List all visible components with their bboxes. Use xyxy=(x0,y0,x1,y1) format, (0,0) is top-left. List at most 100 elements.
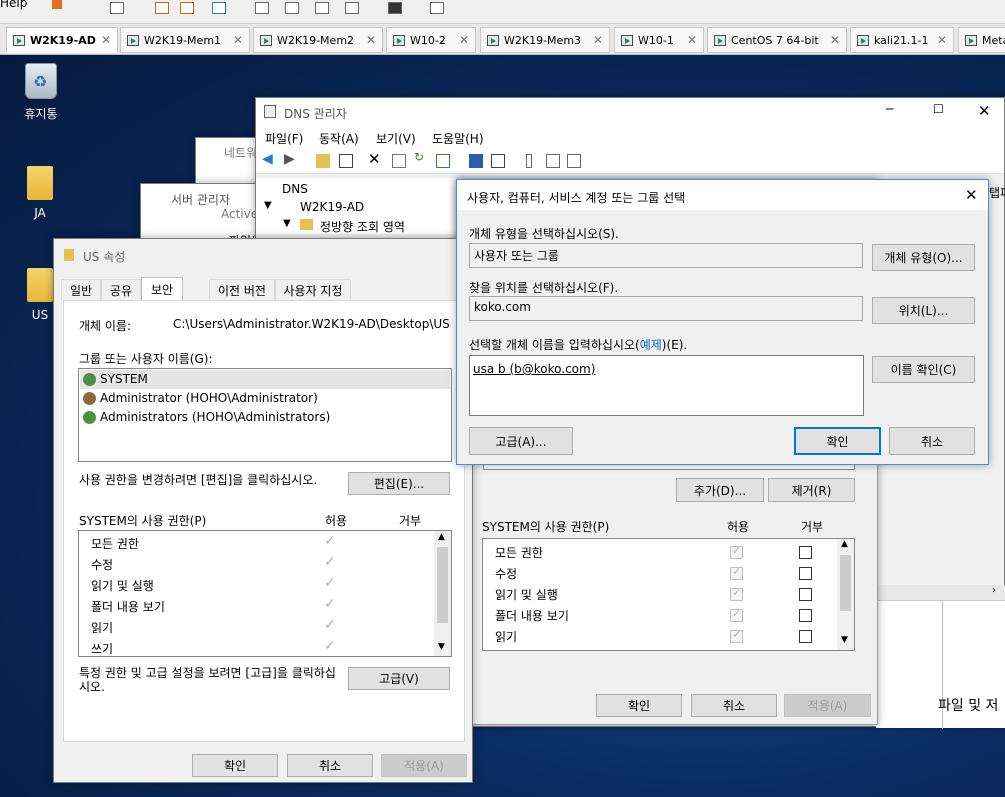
tab-w2k19-ad[interactable]: W2K19-AD ✕ xyxy=(6,27,118,53)
add-button[interactable]: 추가(D)... xyxy=(676,478,764,502)
ok-button[interactable]: 확인 xyxy=(192,754,278,777)
dns-root[interactable]: DNS xyxy=(282,182,308,196)
server-manager-window[interactable]: 서버 관리자 Active 파일(F) xyxy=(140,183,270,248)
close-icon[interactable]: ✕ xyxy=(687,33,697,47)
deny-checkbox[interactable] xyxy=(799,588,812,601)
permissions-list[interactable]: 모든 권한 수정 읽기 및 실행 폴더 내용 보기 읽기 쓰기 ✓ ✓ ✓ ✓ … xyxy=(78,530,452,657)
close-icon[interactable]: ✕ xyxy=(366,33,376,47)
menu-action[interactable]: 동작(A) xyxy=(319,130,359,147)
server-icon[interactable] xyxy=(526,154,532,168)
power-icon[interactable] xyxy=(52,0,62,9)
user-row-administrators[interactable]: Administrators (HOHO\Administrators) xyxy=(83,410,330,424)
console-tree-icon[interactable] xyxy=(339,154,353,168)
users-list[interactable]: SYSTEM Administrator (HOHO\Administrator… xyxy=(78,368,452,462)
select-users-dialog[interactable]: 사용자, 컴퓨터, 서비스 계정 또는 그룹 선택 ✕ 개체 유형을 선택하십시… xyxy=(456,179,989,465)
minimize-icon[interactable]: ─ xyxy=(886,102,893,116)
close-icon[interactable]: ✕ xyxy=(830,33,840,47)
check-names-button[interactable]: 이름 확인(C) xyxy=(872,356,975,383)
close-icon[interactable]: ✕ xyxy=(937,33,947,47)
us-properties-window[interactable]: US 속성 일반 공유 보안 이전 버전 사용자 지정 개체 이름: C:\Us… xyxy=(53,238,473,783)
scroll-thumb[interactable] xyxy=(437,547,448,623)
unity-icon[interactable] xyxy=(315,2,329,14)
export-icon[interactable] xyxy=(436,154,450,168)
folder-ja[interactable]: JA xyxy=(10,166,70,220)
expand-icon[interactable]: ▼ xyxy=(264,200,272,211)
deny-checkbox[interactable] xyxy=(799,630,812,643)
menu-file[interactable]: 파일(F) xyxy=(265,130,303,147)
menu-view[interactable]: 보기(V) xyxy=(376,130,416,147)
recycle-bin[interactable]: 휴지통 xyxy=(11,63,71,122)
deny-checkbox[interactable] xyxy=(799,609,812,622)
close-icon[interactable]: ✕ xyxy=(965,186,978,204)
cancel-button[interactable]: 취소 xyxy=(691,694,777,717)
tab-w10-2[interactable]: W10-2 ✕ xyxy=(386,27,476,53)
back-icon[interactable]: ◀ xyxy=(262,151,276,167)
close-icon[interactable]: ✕ xyxy=(101,33,111,47)
normal-view-icon[interactable] xyxy=(255,2,269,14)
edit-button[interactable]: 편집(E)... xyxy=(348,472,450,495)
record-icon[interactable] xyxy=(567,154,581,168)
tab-w10-1[interactable]: W10-1 ✕ xyxy=(614,27,704,53)
close-icon[interactable]: ✕ xyxy=(593,33,603,47)
advanced-button[interactable]: 고급(A)... xyxy=(469,427,573,455)
advanced-button[interactable]: 고급(V) xyxy=(348,667,450,690)
examples-link[interactable]: 예제 xyxy=(640,338,662,352)
terminal-icon[interactable] xyxy=(388,2,402,14)
refresh-icon[interactable]: ↻ xyxy=(414,150,428,164)
close-icon[interactable]: ✕ xyxy=(978,102,991,120)
tab-general[interactable]: 일반 xyxy=(61,279,101,300)
revert-icon[interactable] xyxy=(155,2,169,14)
tree-forward-zone[interactable]: 정방향 조회 영역 xyxy=(320,218,405,235)
tab-w2k19-mem1[interactable]: W2K19-Mem1 ✕ xyxy=(120,27,250,53)
delete-icon[interactable]: ✕ xyxy=(368,150,382,168)
expand-icon[interactable]: ▼ xyxy=(283,218,291,229)
perm-scrollbar[interactable]: ▲ ▼ xyxy=(434,531,451,656)
stretch-icon[interactable] xyxy=(430,2,444,14)
deny-checkbox[interactable] xyxy=(799,546,812,559)
tab-w2k19-mem3[interactable]: W2K19-Mem3 ✕ xyxy=(480,27,610,53)
maximize-icon[interactable]: ☐ xyxy=(933,102,944,116)
cancel-button[interactable]: 취소 xyxy=(889,427,975,455)
forward-icon[interactable]: ▶ xyxy=(284,151,298,167)
help-menu[interactable]: Help xyxy=(0,0,27,10)
snapshot-icon[interactable] xyxy=(110,2,124,14)
tab-customize[interactable]: 사용자 지정 xyxy=(275,279,351,300)
tab-w2k19-mem2[interactable]: W2K19-Mem2 ✕ xyxy=(253,27,383,53)
user-row-system[interactable]: SYSTEM xyxy=(83,372,148,386)
object-names-input[interactable]: usa b (b@koko.com) xyxy=(469,355,864,416)
scroll-thumb[interactable] xyxy=(840,555,851,611)
list-icon[interactable] xyxy=(546,154,560,168)
perm-scrollbar[interactable]: ▲ ▼ xyxy=(837,539,854,650)
close-icon[interactable]: ✕ xyxy=(233,33,243,47)
scroll-up-icon[interactable]: ▲ xyxy=(438,532,445,542)
console-view-icon[interactable] xyxy=(345,2,359,14)
up-folder-icon[interactable] xyxy=(316,154,330,168)
ok-button[interactable]: 확인 xyxy=(596,694,682,717)
tab-kali[interactable]: kali21.1-1 ✕ xyxy=(850,27,954,53)
tab-sharing[interactable]: 공유 xyxy=(101,279,141,300)
dns-scrollbar[interactable]: › xyxy=(876,585,1005,600)
object-names-value[interactable]: usa b (b@koko.com) xyxy=(473,362,595,376)
user-row-administrator[interactable]: Administrator (HOHO\Administrator) xyxy=(83,391,318,405)
show-pane-icon[interactable] xyxy=(491,154,505,168)
snapshot-manager-icon[interactable] xyxy=(180,2,194,14)
permissions-list[interactable]: 모든 권한 수정 읽기 및 실행 폴더 내용 보기 읽기 ▲ ▼ xyxy=(482,538,855,651)
properties-icon[interactable] xyxy=(392,154,406,168)
scroll-down-icon[interactable]: ▼ xyxy=(438,642,445,652)
help-icon[interactable] xyxy=(469,154,483,168)
remove-button[interactable]: 제거(R) xyxy=(768,478,855,502)
tree-server[interactable]: W2K19-AD xyxy=(300,200,364,214)
tab-meta[interactable]: Meta xyxy=(958,27,1005,53)
deny-checkbox[interactable] xyxy=(799,567,812,580)
menu-help[interactable]: 도움말(H) xyxy=(432,130,484,147)
tab-centos[interactable]: CentOS 7 64-bit ✕ xyxy=(707,27,847,53)
scroll-down-icon[interactable]: ▼ xyxy=(841,635,848,645)
close-icon[interactable]: ✕ xyxy=(459,33,469,47)
tab-security[interactable]: 보안 xyxy=(141,277,183,301)
cancel-button[interactable]: 취소 xyxy=(287,754,373,777)
scroll-right-icon[interactable]: › xyxy=(992,585,996,596)
locations-button[interactable]: 위치(L)... xyxy=(872,297,975,324)
object-types-button[interactable]: 개체 유형(O)... xyxy=(872,244,975,271)
scroll-up-icon[interactable]: ▲ xyxy=(841,539,848,549)
fullscreen-icon[interactable] xyxy=(285,2,299,14)
